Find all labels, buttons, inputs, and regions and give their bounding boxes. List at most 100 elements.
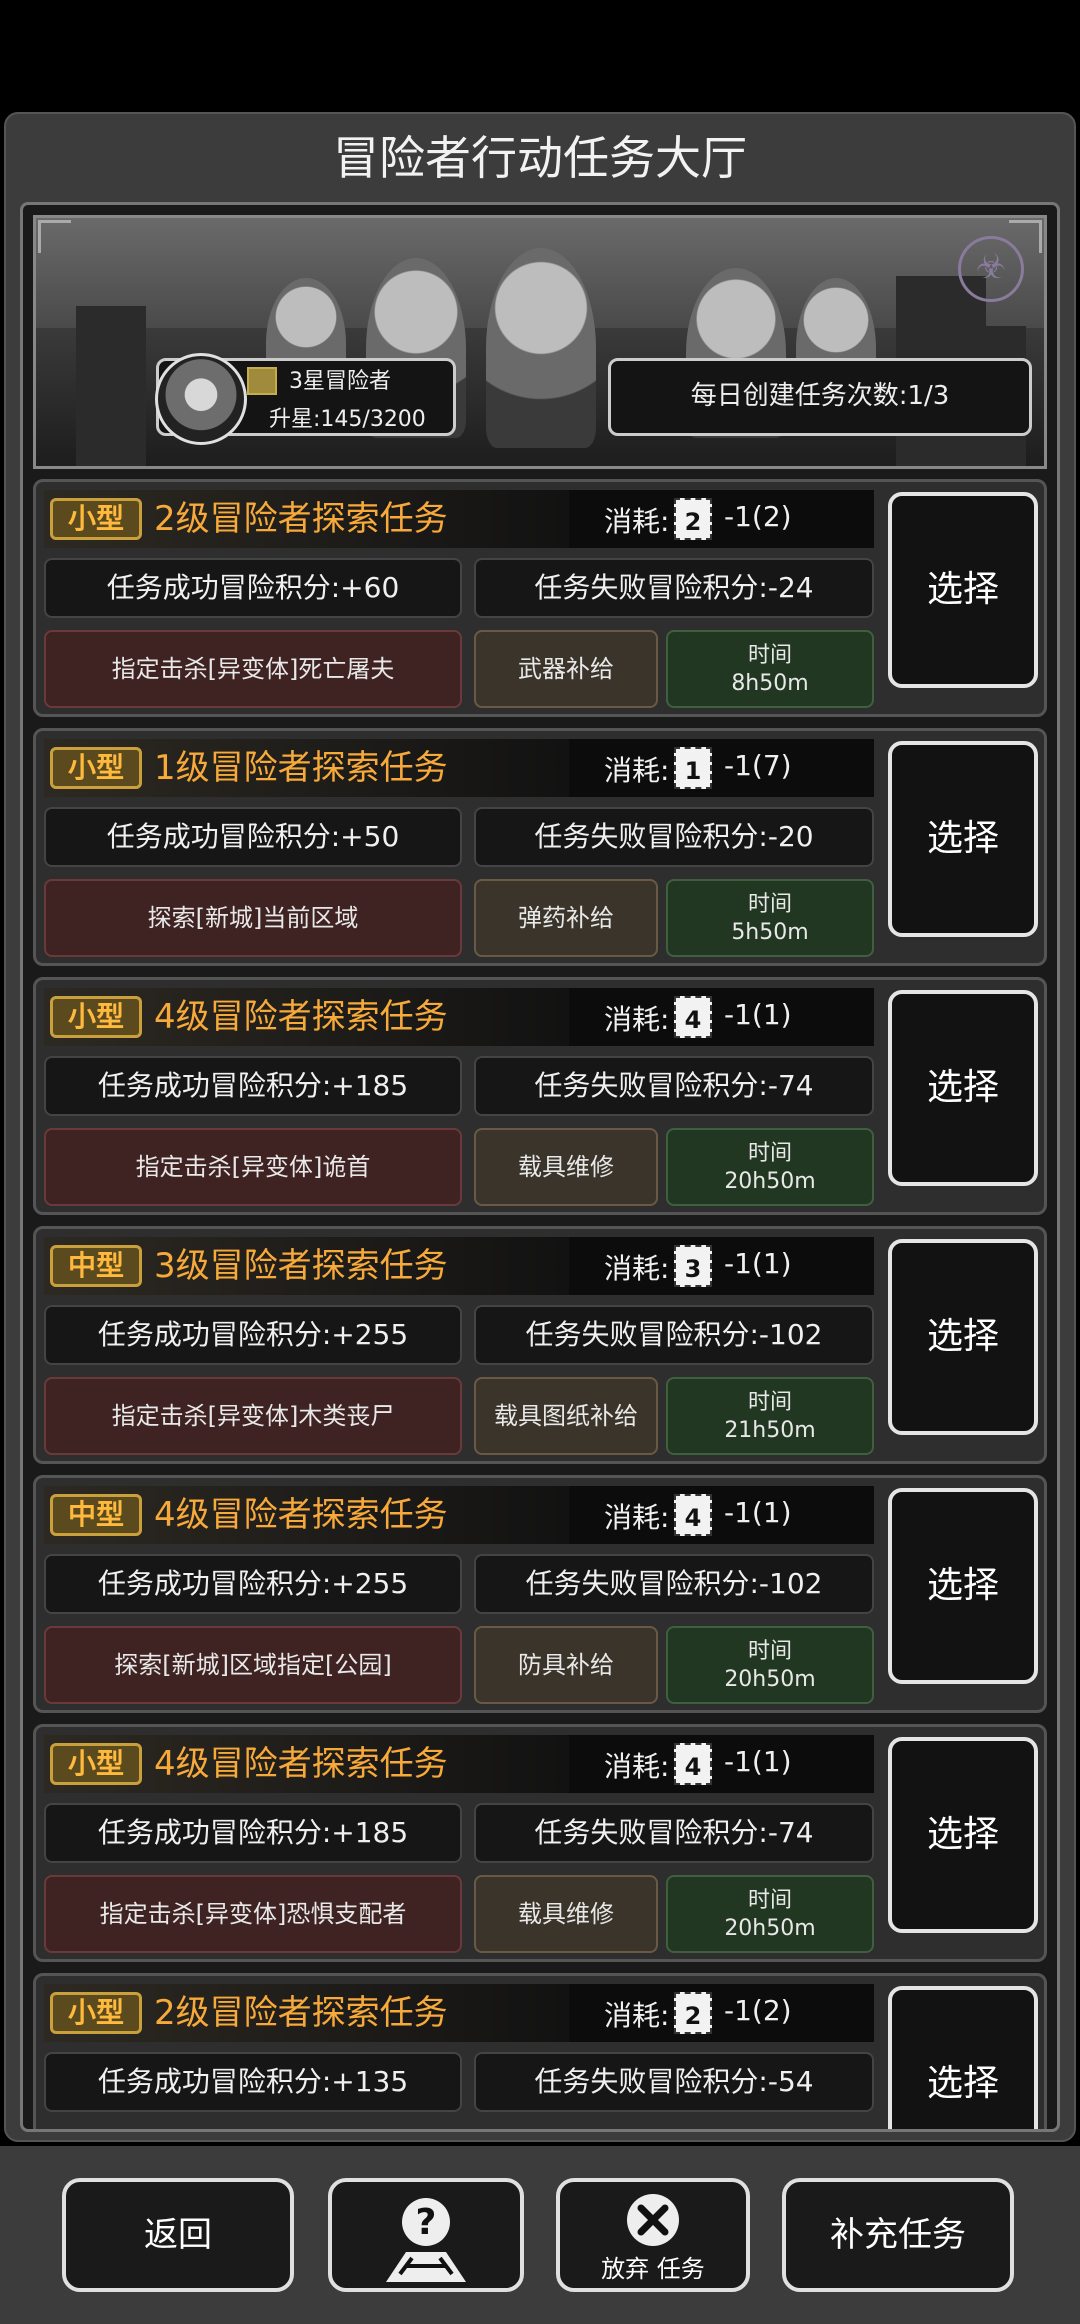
level-ticket-icon: 4 (674, 1494, 712, 1536)
fail-points: 任务失败冒险积分:-102 (474, 1305, 874, 1365)
mission-objective: 指定击杀[异变体]诡首 (44, 1128, 462, 1206)
select-button[interactable]: 选择 (888, 492, 1038, 688)
rank-box: 3星冒险者 升星:145/3200 (155, 353, 456, 445)
character-illustration (486, 248, 596, 448)
mission-type-badge: 小型 (50, 747, 142, 789)
mission-name: 4级冒险者探索任务 (154, 997, 448, 1037)
page-title: 冒险者行动任务大厅 (333, 131, 747, 185)
success-points: 任务成功冒险积分:+135 (44, 2052, 462, 2112)
abandon-task-button[interactable]: 放弃 任务 (556, 2178, 750, 2292)
avatar (155, 353, 247, 445)
select-button[interactable]: 选择 (888, 741, 1038, 937)
mission-card: 中型 3级冒险者探索任务 消耗: 3 -1(1) 任务成功冒险积分:+255 任… (33, 1226, 1047, 1464)
cost-label: 消耗: (604, 1750, 670, 1783)
cost-label: 消耗: (604, 754, 670, 787)
success-points: 任务成功冒险积分:+185 (44, 1803, 462, 1863)
rank-star-icon (247, 367, 277, 395)
fail-points: 任务失败冒险积分:-24 (474, 558, 874, 618)
level-ticket-icon: 4 (674, 996, 712, 1038)
level-ticket-icon: 2 (674, 498, 712, 540)
mission-time: 时间 5h50m (666, 879, 874, 957)
cost-value: -1(1) (724, 998, 792, 1031)
fail-points: 任务失败冒险积分:-102 (474, 1554, 874, 1614)
mission-objective: 探索[新城]区域指定[公园] (44, 1626, 462, 1704)
mission-reward: 防具补给 (474, 1626, 658, 1704)
level-ticket-icon: 2 (674, 1992, 712, 2034)
cost-value: -1(1) (724, 1496, 792, 1529)
mission-reward: 武器补给 (474, 630, 658, 708)
mission-objective: 指定击杀[异变体]死亡屠夫 (44, 630, 462, 708)
rank-progress: 升星:145/3200 (269, 407, 426, 432)
team-banner: ☣ 3星冒险者 升星:145/3200 每日创建任务次数:1/3 (33, 215, 1047, 469)
rank-title: 3星冒险者 (289, 369, 391, 394)
mission-time: 时间 21h50m (666, 1377, 874, 1455)
fail-points: 任务失败冒险积分:-54 (474, 2052, 874, 2112)
mission-name: 4级冒险者探索任务 (154, 1744, 448, 1784)
select-button[interactable]: 选择 (888, 1488, 1038, 1684)
level-ticket-icon: 3 (674, 1245, 712, 1287)
mission-type-badge: 小型 (50, 498, 142, 540)
mission-objective: 指定击杀[异变体]恐惧支配者 (44, 1875, 462, 1953)
mission-name: 2级冒险者探索任务 (154, 1993, 448, 2033)
mission-name: 1级冒险者探索任务 (154, 748, 448, 788)
mission-reward: 载具图纸补给 (474, 1377, 658, 1455)
level-ticket-icon: 4 (674, 1743, 712, 1785)
abandon-task-label: 放弃 任务 (601, 2255, 705, 2283)
daily-create-count: 每日创建任务次数:1/3 (608, 358, 1032, 436)
mission-card: 小型 2级冒险者探索任务 消耗: 2 -1(2) 任务成功冒险积分:+135 任… (33, 1973, 1047, 2129)
success-points: 任务成功冒险积分:+185 (44, 1056, 462, 1116)
mission-type-badge: 中型 (50, 1494, 142, 1536)
cost-label: 消耗: (604, 505, 670, 538)
mission-type-badge: 小型 (50, 996, 142, 1038)
mission-reward: 载具维修 (474, 1128, 658, 1206)
mission-list-frame: ☣ 3星冒险者 升星:145/3200 每日创建任务次数:1/3 小型 2级冒险… (20, 202, 1060, 2132)
fail-points: 任务失败冒险积分:-20 (474, 807, 874, 867)
back-button[interactable]: 返回 (62, 2178, 294, 2292)
cost-value: -1(2) (724, 1994, 792, 2027)
mission-hall-panel: 冒险者行动任务大厅 ☣ 3星冒险者 升星:145/3200 每日创建任务次数:1… (4, 112, 1076, 2142)
select-button[interactable]: 选择 (888, 1986, 1038, 2129)
faction-logo-icon: ☣ (958, 236, 1024, 302)
cost-label: 消耗: (604, 1999, 670, 2032)
select-button[interactable]: 选择 (888, 990, 1038, 1186)
cost-label: 消耗: (604, 1003, 670, 1036)
mission-time: 时间 20h50m (666, 1875, 874, 1953)
replenish-task-button[interactable]: 补充任务 (782, 2178, 1014, 2292)
success-points: 任务成功冒险积分:+60 (44, 558, 462, 618)
fail-points: 任务失败冒险积分:-74 (474, 1803, 874, 1863)
mission-card: 小型 4级冒险者探索任务 消耗: 4 -1(1) 任务成功冒险积分:+185 任… (33, 1724, 1047, 1962)
success-points: 任务成功冒险积分:+255 (44, 1305, 462, 1365)
select-button[interactable]: 选择 (888, 1239, 1038, 1435)
help-map-button[interactable]: ? (328, 2178, 524, 2292)
mission-reward: 载具维修 (474, 1875, 658, 1953)
bottom-toolbar: 返回 ? 放弃 任务 补充任务 (0, 2146, 1080, 2324)
mission-type-badge: 小型 (50, 1992, 142, 2034)
mission-type-badge: 中型 (50, 1245, 142, 1287)
cost-value: -1(2) (724, 500, 792, 533)
mission-card: 中型 4级冒险者探索任务 消耗: 4 -1(1) 任务成功冒险积分:+255 任… (33, 1475, 1047, 1713)
mission-name: 2级冒险者探索任务 (154, 499, 448, 539)
mission-time: 时间 20h50m (666, 1128, 874, 1206)
mission-name: 3级冒险者探索任务 (154, 1246, 448, 1286)
mission-time: 时间 8h50m (666, 630, 874, 708)
cost-label: 消耗: (604, 1252, 670, 1285)
cost-label: 消耗: (604, 1501, 670, 1534)
fail-points: 任务失败冒险积分:-74 (474, 1056, 874, 1116)
mission-type-badge: 小型 (50, 1743, 142, 1785)
success-points: 任务成功冒险积分:+255 (44, 1554, 462, 1614)
mission-reward: 弹药补给 (474, 879, 658, 957)
cost-value: -1(7) (724, 749, 792, 782)
cost-value: -1(1) (724, 1247, 792, 1280)
close-icon (627, 2194, 679, 2246)
mission-name: 4级冒险者探索任务 (154, 1495, 448, 1535)
select-button[interactable]: 选择 (888, 1737, 1038, 1933)
cost-value: -1(1) (724, 1745, 792, 1778)
svg-text:?: ? (416, 2202, 437, 2243)
level-ticket-icon: 1 (674, 747, 712, 789)
help-map-icon: ? (386, 2198, 466, 2282)
mission-card: 小型 2级冒险者探索任务 消耗: 2 -1(2) 任务成功冒险积分:+60 任务… (33, 479, 1047, 717)
mission-time: 时间 20h50m (666, 1626, 874, 1704)
mission-card: 小型 4级冒险者探索任务 消耗: 4 -1(1) 任务成功冒险积分:+185 任… (33, 977, 1047, 1215)
mission-objective: 指定击杀[异变体]木类丧尸 (44, 1377, 462, 1455)
mission-card: 小型 1级冒险者探索任务 消耗: 1 -1(7) 任务成功冒险积分:+50 任务… (33, 728, 1047, 966)
